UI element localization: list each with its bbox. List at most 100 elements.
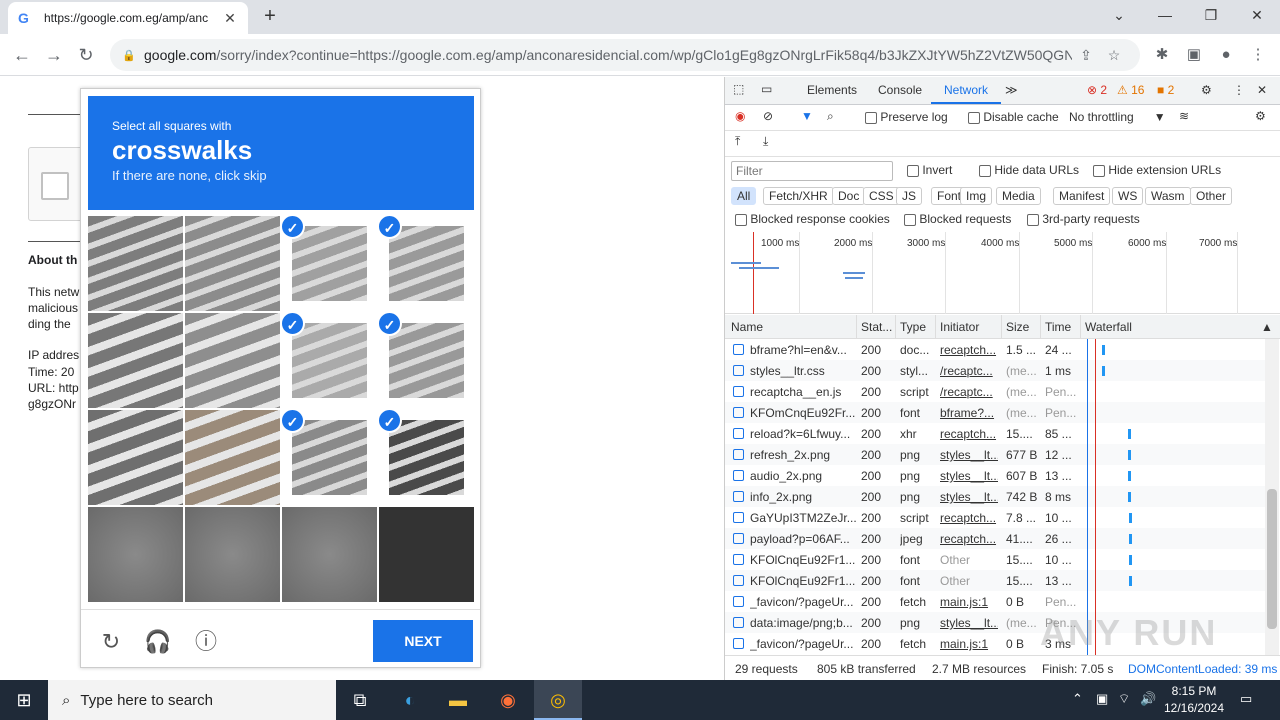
forward-icon[interactable]: → (42, 43, 66, 67)
grid-tile[interactable]: ✓ (379, 216, 474, 311)
table-row[interactable]: payload?p=06AF... 200 jpeg recaptch... 41...… (725, 528, 1265, 549)
type-filter-img[interactable]: Img (960, 187, 993, 205)
preserve-log-checkbox[interactable]: Preserve log (865, 110, 948, 124)
type-filter-wasm[interactable]: Wasm (1145, 187, 1191, 205)
start-button[interactable]: ⊞ (0, 680, 48, 720)
column-separator[interactable] (1040, 315, 1041, 339)
reload-challenge-icon[interactable]: ↻ (97, 628, 125, 656)
volume-icon[interactable]: 🔊 (1140, 691, 1156, 707)
tab-network[interactable]: Network (944, 83, 988, 97)
profile-avatar-icon[interactable]: ● (1214, 43, 1238, 67)
errors-badge[interactable]: ⊗ 2 (1087, 83, 1107, 97)
type-filter-doc[interactable]: Doc (832, 187, 866, 205)
close-window-button[interactable]: ✕ (1234, 0, 1280, 30)
table-row[interactable]: styles__ltr.css 200 styl... /recaptc... (me.… (725, 360, 1265, 381)
column-separator[interactable] (1080, 315, 1081, 339)
column-separator[interactable] (1001, 315, 1002, 339)
hide-extension-urls-checkbox[interactable]: Hide extension URLs (1093, 163, 1221, 177)
clear-icon[interactable]: ⊘ (763, 109, 773, 123)
warnings-badge[interactable]: ⚠ 16 (1117, 83, 1144, 97)
hide-data-urls-checkbox[interactable]: Hide data URLs (979, 163, 1079, 177)
col-waterfall[interactable]: Waterfall (1085, 320, 1132, 334)
col-name[interactable]: Name (731, 320, 763, 334)
browser-tab[interactable]: G https://google.com.eg/amp/anc ✕ (8, 2, 248, 34)
col-initiator[interactable]: Initiator (940, 320, 979, 334)
filter-input[interactable]: Filter (731, 161, 893, 181)
audio-challenge-icon[interactable]: 🎧 (144, 628, 172, 656)
cell-initiator[interactable]: Other (940, 574, 998, 588)
restore-button[interactable]: ❐ (1188, 0, 1234, 30)
back-icon[interactable]: ← (10, 43, 34, 67)
grid-tile[interactable]: ✓ (282, 410, 377, 505)
bookmark-star-icon[interactable]: ☆ (1100, 47, 1128, 64)
file-explorer-icon[interactable]: ▬ (434, 680, 482, 720)
address-bar[interactable]: 🔒 google.com/sorry/index?continue=https:… (110, 39, 1140, 71)
cell-initiator[interactable]: bframe?... (940, 406, 998, 420)
grid-tile[interactable] (88, 507, 183, 602)
share-icon[interactable]: ⇪ (1072, 47, 1100, 64)
extensions-icon[interactable]: ✱ (1150, 43, 1174, 67)
tab-elements[interactable]: Elements (807, 83, 857, 97)
scrollbar-thumb[interactable] (1267, 489, 1277, 629)
network-settings-icon[interactable]: ⚙ (1255, 109, 1266, 123)
cell-initiator[interactable]: styles__lt... (940, 469, 998, 483)
third-party-checkbox[interactable]: 3rd-party requests (1027, 212, 1140, 226)
type-filter-js[interactable]: JS (896, 187, 923, 205)
col-status[interactable]: Stat... (861, 320, 892, 334)
throttling-select[interactable]: No throttling ▼ (1069, 110, 1166, 124)
cell-initiator[interactable]: main.js:1 (940, 595, 998, 609)
type-filter-all[interactable]: All (731, 187, 757, 205)
taskbar-clock[interactable]: 8:15 PM 12/16/2024 (1158, 683, 1230, 717)
grid-tile[interactable]: ✓ (282, 216, 377, 311)
edge-icon[interactable]: ◐ (386, 680, 434, 720)
task-view-icon[interactable]: ⧉ (336, 680, 384, 720)
column-separator[interactable] (856, 315, 857, 339)
type-filter-fetchxhr[interactable]: Fetch/XHR (763, 187, 834, 205)
network-overview-timeline[interactable]: 1000 ms 2000 ms 3000 ms 4000 ms 5000 ms 6000 … (725, 232, 1280, 314)
wifi-icon[interactable]: ⌔ (1118, 691, 1130, 707)
taskbar-search[interactable]: ⌕ Type here to search (48, 680, 336, 720)
table-row[interactable]: KFOlCnqEu92Fr1... 200 font Other 15.... 13 ..… (725, 570, 1265, 591)
grid-tile[interactable]: ✓ (379, 313, 474, 408)
cell-initiator[interactable]: recaptch... (940, 427, 998, 441)
grid-tile[interactable] (185, 216, 280, 311)
cell-initiator[interactable]: recaptch... (940, 511, 998, 525)
sort-arrow-icon[interactable]: ▲ (1261, 320, 1273, 334)
type-filter-css[interactable]: CSS (863, 187, 900, 205)
firefox-icon[interactable]: ◉ (484, 680, 532, 720)
cell-initiator[interactable]: styles__lt... (940, 448, 998, 462)
close-tab-icon[interactable]: ✕ (222, 10, 238, 27)
cell-initiator[interactable]: Other (940, 553, 998, 567)
recaptcha-checkbox[interactable] (41, 172, 69, 200)
grid-tile[interactable] (282, 507, 377, 602)
settings-gear-icon[interactable]: ⚙ (1201, 83, 1212, 97)
cell-initiator[interactable]: styles__lt... (940, 490, 998, 504)
issues-badge[interactable]: ■ 2 (1157, 83, 1174, 97)
cell-initiator[interactable]: styles__lt... (940, 616, 998, 630)
table-row[interactable]: KFOlCnqEu92Fr1... 200 font Other 15.... 10 ..… (725, 549, 1265, 570)
table-row[interactable]: KFOmCnqEu92Fr... 200 font bframe?... (me... P… (725, 402, 1265, 423)
disable-cache-checkbox[interactable]: Disable cache (968, 110, 1059, 124)
grid-tile[interactable] (88, 216, 183, 311)
table-row[interactable]: audio_2x.png 200 png styles__lt... 607 B 13 .… (725, 465, 1265, 486)
grid-tile[interactable] (185, 313, 280, 408)
type-filter-other[interactable]: Other (1190, 187, 1233, 205)
tab-console[interactable]: Console (878, 83, 922, 97)
record-icon[interactable]: ◉ (735, 109, 745, 123)
inspect-icon[interactable]: ⬚ (733, 82, 744, 96)
grid-tile[interactable] (379, 507, 474, 602)
column-separator[interactable] (895, 315, 896, 339)
grid-tile[interactable] (88, 313, 183, 408)
cell-initiator[interactable]: main.js:1 (940, 637, 998, 651)
cell-initiator[interactable]: /recaptc... (940, 385, 998, 399)
more-tabs-icon[interactable]: ≫ (1005, 83, 1018, 97)
col-time[interactable]: Time (1045, 320, 1071, 334)
table-row[interactable]: reload?k=6Lfwuy... 200 xhr recaptch... 15...… (725, 423, 1265, 444)
table-row[interactable]: _favicon/?pageUr... 200 fetch main.js:1 0 B P… (725, 591, 1265, 612)
network-icon[interactable]: ▣ (1096, 691, 1108, 707)
grid-tile[interactable] (185, 507, 280, 602)
table-row[interactable]: bframe?hl=en&v... 200 doc... recaptch... 1.5… (725, 339, 1265, 360)
blocked-requests-checkbox[interactable]: Blocked requests (904, 212, 1011, 226)
network-conditions-icon[interactable]: ≋ (1179, 109, 1189, 123)
type-filter-ws[interactable]: WS (1112, 187, 1144, 205)
